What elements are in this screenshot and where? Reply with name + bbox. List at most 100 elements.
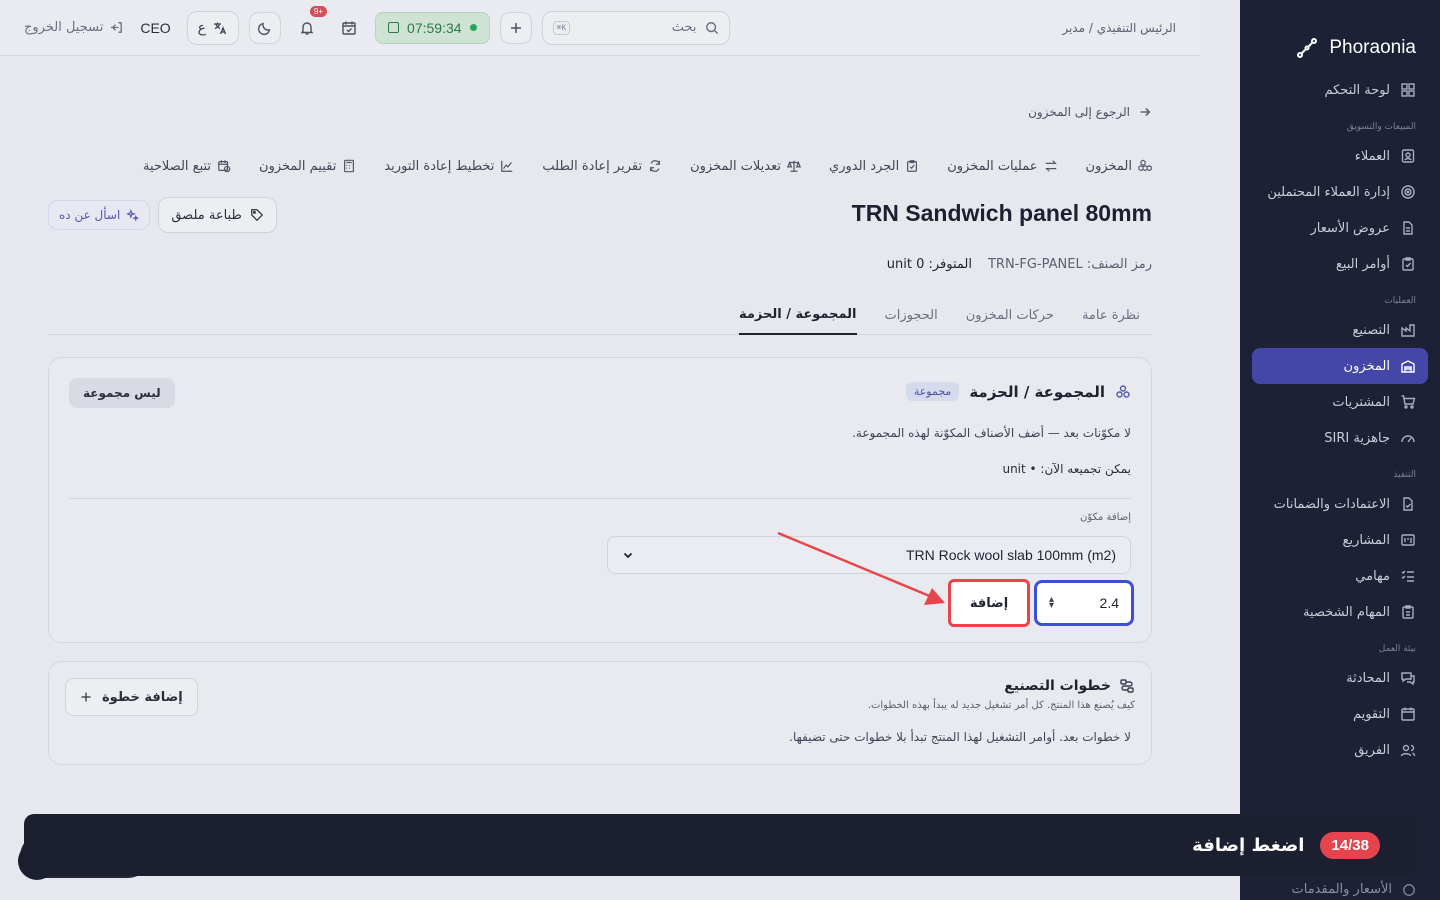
bundle-card-header: المجموعة / الحزمة مجموعة — [905, 382, 1131, 401]
sidebar-item-dashboard[interactable]: لوحة التحكم — [1252, 72, 1428, 108]
bell-icon — [300, 21, 314, 35]
subnav-adjustments[interactable]: تعديلات المخزون — [690, 159, 802, 174]
sidebar-item-leads[interactable]: إدارة العملاء المحتملين — [1252, 174, 1428, 210]
search-input[interactable]: بحث K⌘ — [541, 10, 730, 45]
refresh-icon — [650, 160, 661, 172]
workflow-icon — [1120, 679, 1134, 693]
steps-title: خطوات التصنيع — [1004, 678, 1111, 694]
kanban-icon — [1401, 534, 1415, 546]
quantity-input[interactable]: 2.4 ▴ ▾ — [1034, 580, 1134, 626]
page-actions: طباعة ملصق اسأل عن ده — [48, 197, 277, 233]
back-label: الرجوع إلى المخزون — [1028, 105, 1130, 119]
item-code: رمز الصنف: TRN-FG-PANEL — [987, 257, 1152, 272]
sidebar-item-projects[interactable]: المشاريع — [1252, 522, 1428, 558]
sidebar-item-pricing[interactable]: الأسعار والمقدمات — [1292, 882, 1417, 897]
sidebar-item-label: مهامي — [1355, 568, 1390, 584]
ask-about-this-button[interactable]: اسأل عن ده — [48, 200, 151, 230]
sidebar-item-chat[interactable]: المحادثة — [1252, 660, 1428, 696]
timer-running-dot — [469, 24, 477, 31]
add-component-button[interactable]: إضافة — [948, 579, 1030, 627]
logout-label: تسجيل الخروج — [24, 20, 104, 35]
subnav-reorder-report[interactable]: تقرير إعادة الطلب — [542, 159, 662, 174]
sidebar-item-inventory[interactable]: المخزون — [1252, 348, 1428, 384]
tag-icon — [250, 209, 263, 222]
sidebar-item-approvals[interactable]: الاعتمادات والضمانات — [1252, 486, 1428, 522]
translate-icon — [214, 22, 227, 34]
scale-icon — [787, 160, 802, 172]
sidebar-item-siri[interactable]: جاهزية SIRI — [1252, 420, 1428, 456]
brand-name: Phoraonia — [1329, 37, 1416, 58]
language-toggle-button[interactable]: ع — [186, 10, 240, 45]
quick-add-button[interactable] — [499, 11, 532, 44]
add-step-button[interactable]: إضافة خطوة — [65, 678, 198, 716]
work-timer[interactable]: 07:59:34 — [375, 11, 490, 44]
calendar-clock-icon — [218, 160, 231, 173]
sidebar-item-label: التصنيع — [1352, 322, 1390, 338]
print-label-text: طباعة ملصق — [171, 207, 242, 223]
theme-toggle-button[interactable] — [249, 11, 282, 44]
item-available: المتوفر: 0 unit — [886, 257, 972, 272]
tour-pointer-arrow — [777, 531, 945, 605]
sidebar-item-label: المخزون — [1343, 358, 1390, 374]
bundle-card: المجموعة / الحزمة مجموعة ليس مجموعة لا م… — [48, 357, 1152, 643]
sidebar-item-label: المشتريات — [1332, 394, 1390, 410]
not-group-button[interactable]: ليس مجموعة — [69, 378, 175, 408]
quantity-value: 2.4 — [1099, 595, 1119, 611]
search-icon — [705, 21, 718, 34]
sidebar-item-quotes[interactable]: عروض الأسعار — [1252, 210, 1428, 246]
bundle-chip: مجموعة — [905, 382, 960, 401]
logout-button[interactable]: تسجيل الخروج — [24, 20, 124, 35]
stepper-arrows-icon[interactable]: ▴ ▾ — [1049, 595, 1054, 611]
tag-icon — [1403, 883, 1415, 896]
factory-icon — [1401, 324, 1415, 337]
tab-bundle[interactable]: المجموعة / الحزمة — [738, 297, 857, 335]
sidebar-section-sales: المبيعات والتسويق — [1346, 122, 1416, 132]
sidebar-item-label: الأسعار والمقدمات — [1291, 882, 1393, 897]
sidebar-item-sales-orders[interactable]: أوامر البيع — [1252, 246, 1428, 282]
subnav-inventory[interactable]: المخزون — [1086, 159, 1152, 174]
sidebar-item-purchasing[interactable]: المشتريات — [1252, 384, 1428, 420]
contact-card-icon — [1401, 149, 1415, 163]
sidebar-item-manufacturing[interactable]: التصنيع — [1252, 312, 1428, 348]
back-to-inventory-link[interactable]: الرجوع إلى المخزون — [1028, 105, 1152, 119]
warehouse-icon — [1401, 360, 1415, 373]
moon-icon — [257, 22, 271, 35]
subnav-replenishment[interactable]: تخطيط إعادة التوريد — [384, 159, 514, 174]
tour-instruction: اضغط إضافة — [1192, 834, 1305, 856]
tour-step-counter: 14/38 — [1320, 831, 1380, 859]
steps-subtitle: كيف يُصنع هذا المنتج. كل أمر تشغيل جديد … — [867, 700, 1135, 711]
checklist-icon — [1401, 570, 1414, 582]
sidebar-item-personal-tasks[interactable]: المهام الشخصية — [1252, 594, 1428, 630]
sidebar-item-team[interactable]: الفريق — [1252, 732, 1428, 768]
notifications-button[interactable]: +9 — [291, 5, 328, 44]
cart-icon — [1401, 395, 1416, 409]
gauge-icon — [1401, 435, 1415, 443]
sidebar-item-label: الفريق — [1354, 742, 1390, 758]
tab-overview[interactable]: نظرة عامة — [1082, 297, 1140, 335]
language-letter: ع — [197, 19, 207, 36]
subnav-operations[interactable]: عمليات المخزون — [947, 159, 1057, 174]
ask-label: اسأل عن ده — [59, 208, 121, 222]
logout-icon — [111, 22, 123, 33]
sidebar: Phoraonia لوحة التحكم المبيعات والتسويق … — [1240, 0, 1440, 900]
calendar-button[interactable] — [333, 12, 365, 44]
sidebar-item-calendar[interactable]: التقويم — [1252, 696, 1428, 732]
boxes-icon — [1138, 159, 1152, 172]
sidebar-item-my-tasks[interactable]: مهامي — [1252, 558, 1428, 594]
subnav-cycle-count[interactable]: الجرد الدوري — [829, 159, 919, 174]
sidebar-item-label: المهام الشخصية — [1303, 604, 1390, 620]
clipboard-check-icon — [907, 160, 918, 172]
brand[interactable]: Phoraonia — [1240, 0, 1440, 72]
subnav-label: المخزون — [1085, 158, 1132, 174]
sidebar-item-label: التقويم — [1352, 706, 1390, 722]
can-assemble-text: يمكن تجميعه الآن: • unit — [1002, 462, 1131, 476]
print-label-button[interactable]: طباعة ملصق — [158, 197, 277, 233]
brand-logo-icon — [1297, 38, 1318, 58]
subnav-valuation[interactable]: تقييم المخزون — [259, 159, 356, 174]
tab-reservations[interactable]: الحجوزات — [885, 297, 938, 335]
tab-stock-movements[interactable]: حركات المخزون — [966, 297, 1054, 335]
subnav-expiry-tracking[interactable]: تتبع الصلاحية — [143, 159, 231, 174]
subnav-label: تخطيط إعادة التوريد — [384, 158, 495, 174]
steps-header: خطوات التصنيع — [1004, 678, 1135, 694]
sidebar-item-customers[interactable]: العملاء — [1252, 138, 1428, 174]
